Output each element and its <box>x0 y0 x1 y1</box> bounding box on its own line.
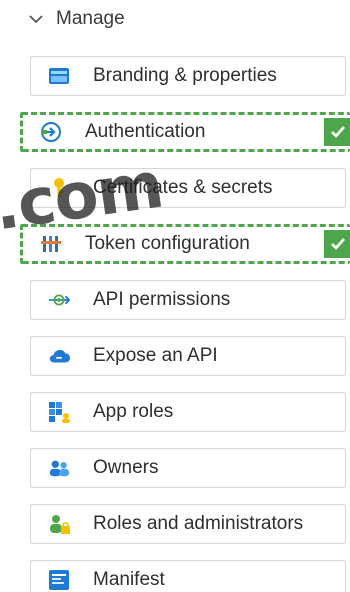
menu-item-expose-api[interactable]: Expose an API <box>30 336 346 376</box>
menu-item-roles-administrators[interactable]: Roles and administrators <box>30 504 346 544</box>
token-icon <box>39 232 63 256</box>
menu-item-certificates-secrets[interactable]: Certificates & secrets <box>30 168 346 208</box>
checkmark-icon <box>324 118 350 146</box>
manage-section-header[interactable]: Manage <box>28 8 125 30</box>
menu-item-label: Roles and administrators <box>93 513 304 534</box>
app-roles-icon <box>47 400 71 424</box>
authentication-icon <box>39 120 63 144</box>
menu-item-branding-properties[interactable]: Branding & properties <box>30 56 346 96</box>
menu-item-token-configuration[interactable]: Token configuration <box>20 224 350 264</box>
menu-item-owners[interactable]: Owners <box>30 448 346 488</box>
menu-item-manifest[interactable]: Manifest <box>30 560 346 592</box>
menu-item-label: Expose an API <box>93 345 218 366</box>
section-title: Manage <box>56 8 125 29</box>
manifest-icon <box>47 568 71 592</box>
chevron-down-icon[interactable] <box>28 11 44 27</box>
menu-item-label: API permissions <box>93 289 231 310</box>
key-icon <box>47 176 71 200</box>
menu-item-label: Authentication <box>85 121 206 142</box>
checkmark-icon <box>324 230 350 258</box>
menu-item-app-roles[interactable]: App roles <box>30 392 346 432</box>
menu-item-label: Certificates & secrets <box>93 177 273 198</box>
cloud-icon <box>47 344 71 368</box>
menu-item-label: Owners <box>93 457 159 478</box>
menu-item-label: Token configuration <box>85 233 250 254</box>
branding-icon <box>47 64 71 88</box>
menu-item-label: Branding & properties <box>93 65 277 86</box>
menu-item-label: Manifest <box>93 569 165 590</box>
menu-item-api-permissions[interactable]: API permissions <box>30 280 346 320</box>
menu-item-authentication[interactable]: Authentication <box>20 112 350 152</box>
roles-admin-icon <box>47 512 71 536</box>
manage-menu: Manage Branding & properties Authenticat… <box>0 0 350 592</box>
owners-icon <box>47 456 71 480</box>
menu-item-label: App roles <box>93 401 174 422</box>
api-permissions-icon <box>47 288 71 312</box>
